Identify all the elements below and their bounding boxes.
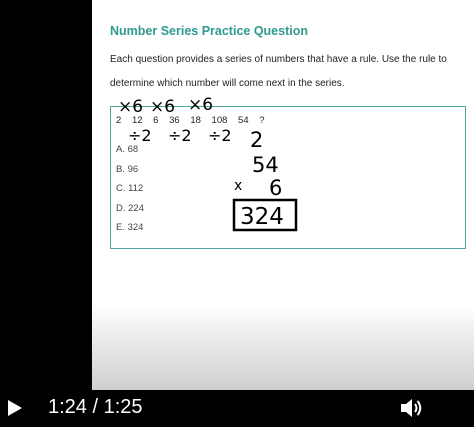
series-term: 6 bbox=[153, 115, 159, 126]
play-icon[interactable] bbox=[4, 398, 24, 418]
fullscreen-area[interactable] bbox=[426, 390, 474, 427]
answer-option: B. 96 bbox=[116, 164, 139, 175]
question-box: 2 12 6 36 18 108 54 ? A. 68 B. 96 C. 112… bbox=[110, 106, 466, 249]
number-series: 2 12 6 36 18 108 54 ? bbox=[116, 115, 273, 126]
slide-description: Each question provides a series of numbe… bbox=[110, 54, 447, 89]
series-term: 36 bbox=[169, 115, 180, 126]
volume-icon[interactable] bbox=[398, 395, 424, 421]
series-term: 18 bbox=[190, 115, 201, 126]
series-term: 2 bbox=[116, 115, 122, 126]
series-term: ? bbox=[259, 115, 265, 126]
slide-title: Number Series Practice Question bbox=[110, 24, 308, 38]
series-term: 54 bbox=[238, 115, 249, 126]
answer-option: D. 224 bbox=[116, 203, 144, 214]
answer-option: A. 68 bbox=[116, 144, 139, 155]
answer-option: E. 324 bbox=[116, 222, 144, 233]
time-display: 1:24 / 1:25 bbox=[48, 396, 143, 418]
series-term: 108 bbox=[211, 115, 228, 126]
player-controls: 1:24 / 1:25 bbox=[0, 390, 474, 427]
series-term: 12 bbox=[131, 115, 143, 126]
lesson-slide: Number Series Practice Question Each que… bbox=[92, 0, 474, 390]
answer-option: C. 112 bbox=[116, 183, 144, 194]
video-player[interactable]: Number Series Practice Question Each que… bbox=[0, 0, 474, 427]
